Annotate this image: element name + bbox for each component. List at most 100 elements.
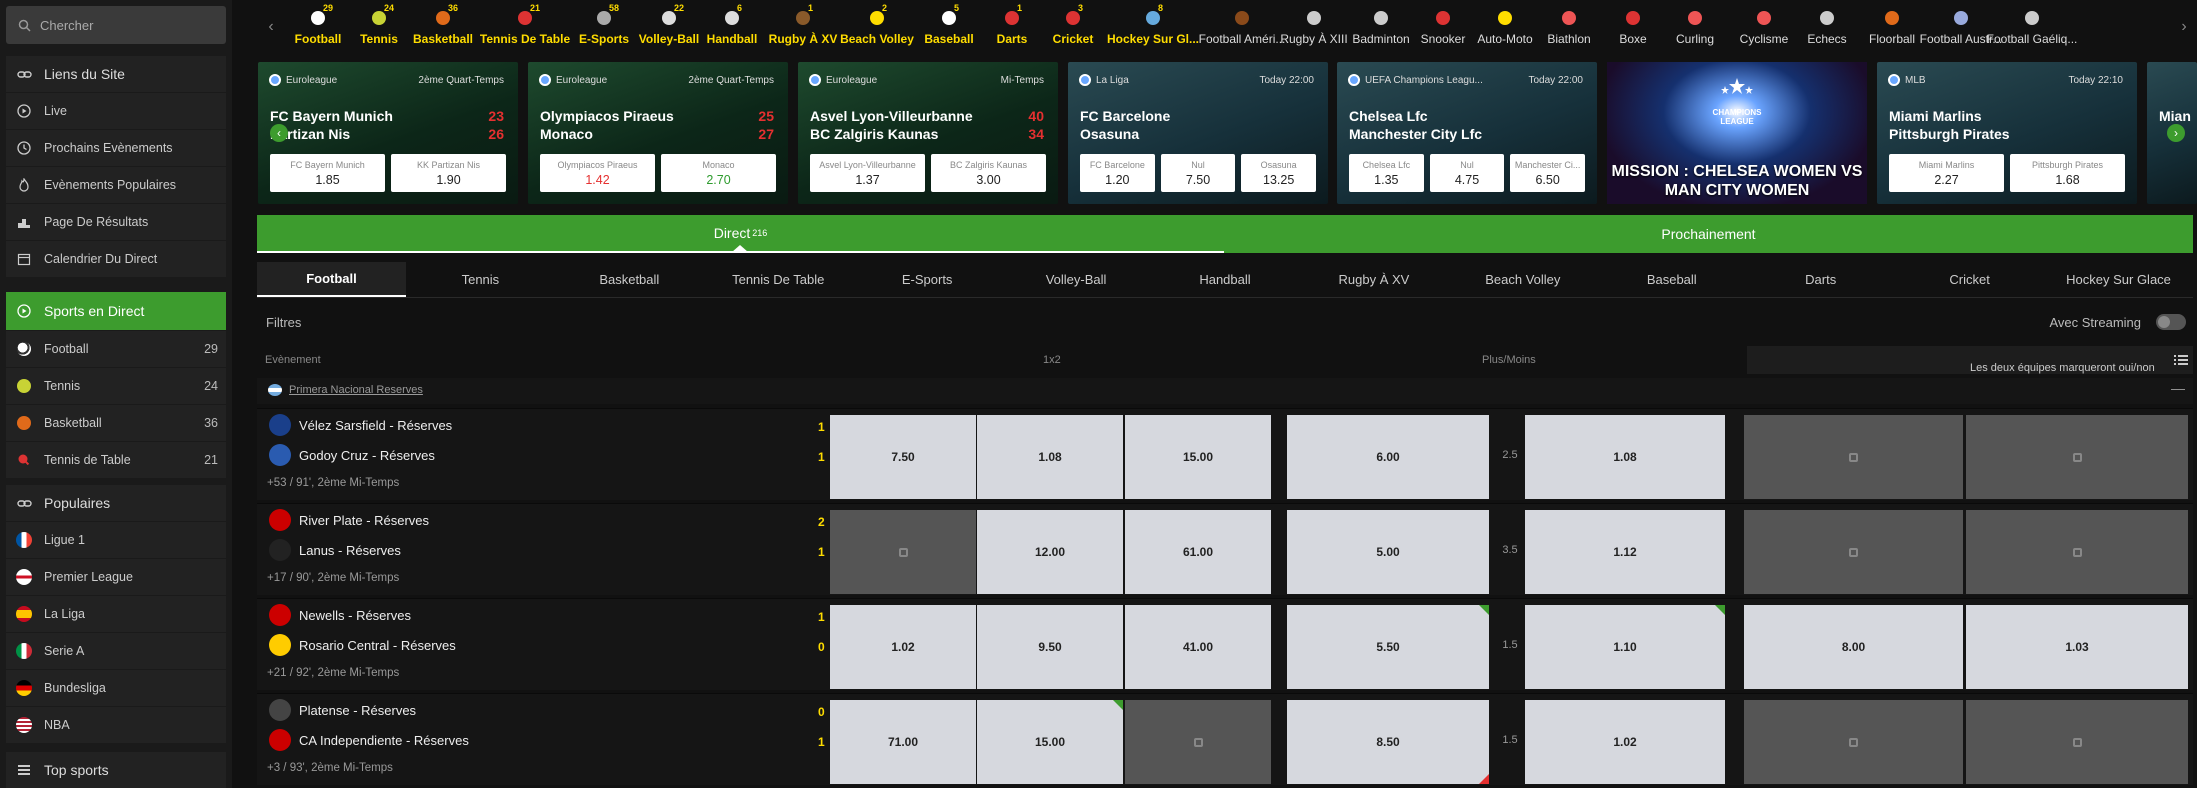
sidebar-league-premier-league[interactable]: Premier League — [6, 558, 226, 595]
carousel-card[interactable]: Euroleague Mi-Temps Asvel Lyon-Villeurbann… — [798, 62, 1058, 204]
odd-cell[interactable]: 5.50 — [1287, 605, 1489, 689]
match-team1[interactable]: Platense - Réserves — [269, 699, 416, 721]
sidebar-league-serie-a[interactable]: Serie A — [6, 632, 226, 669]
sport-tab[interactable]: Darts — [1746, 262, 1895, 297]
odd-cell[interactable]: 8.50 — [1287, 700, 1489, 784]
odd-cell[interactable]: 1.08 — [977, 415, 1123, 499]
topbar-sport[interactable]: 8 Hockey Sur Gl... — [1107, 0, 1199, 54]
odd-cell[interactable]: 1.03 — [1966, 605, 2188, 689]
sport-tab[interactable]: Cricket — [1895, 262, 2044, 297]
odd-cell[interactable]: 1.02 — [1525, 700, 1725, 784]
topbar-sport[interactable]: 36 Basketball — [403, 0, 483, 54]
odd-cell[interactable]: 1.02 — [830, 605, 976, 689]
card-odd-button[interactable]: Olympiacos Piraeus 1.42 — [540, 154, 655, 192]
match-team1[interactable]: Vélez Sarsfield - Réserves — [269, 414, 452, 436]
card-odd-button[interactable]: Nul 4.75 — [1429, 154, 1505, 192]
collapse-icon[interactable]: — — [2171, 380, 2185, 396]
match-team2[interactable]: CA Independiente - Réserves — [269, 729, 469, 751]
match-team1[interactable]: Newells - Réserves — [269, 604, 411, 626]
sport-tab[interactable]: Football — [257, 262, 406, 297]
search-input[interactable]: Chercher — [6, 6, 226, 44]
carousel-prev-button[interactable]: ‹ — [270, 124, 288, 142]
card-odd-button[interactable]: Pittsburgh Pirates 1.68 — [2010, 154, 2125, 192]
sport-tab[interactable]: Rugby À XV — [1299, 262, 1448, 297]
topbar-sport[interactable]: Football Gaéliq... — [1987, 0, 2077, 54]
sport-tab[interactable]: Beach Volley — [1448, 262, 1597, 297]
card-odd-button[interactable]: Monaco 2.70 — [661, 154, 776, 192]
sport-tab[interactable]: Tennis De Table — [704, 262, 853, 297]
card-odd-button[interactable]: Chelsea Lfc 1.35 — [1349, 154, 1424, 192]
sidebar-league-ligue1[interactable]: Ligue 1 — [6, 521, 226, 558]
site-links-header[interactable]: Liens du Site — [6, 56, 226, 92]
match-row[interactable]: Newells - Réserves Rosario Central - Rése… — [257, 598, 2193, 690]
sport-tab[interactable]: Handball — [1151, 262, 1300, 297]
match-team1[interactable]: River Plate - Réserves — [269, 509, 429, 531]
odd-cell[interactable]: 8.00 — [1744, 605, 1963, 689]
col-btts[interactable]: Les deux équipes marqueront oui/non — [1747, 346, 2193, 374]
odd-cell[interactable]: 15.00 — [977, 700, 1123, 784]
topbar-sport[interactable]: 3 Cricket — [1033, 0, 1113, 54]
sidebar-sport-table-tennis[interactable]: Tennis de Table 21 — [6, 441, 226, 478]
tab-upcoming[interactable]: Prochainement — [1224, 215, 2193, 253]
topbar-next-arrow[interactable]: › — [2173, 0, 2195, 54]
card-odd-button[interactable]: Miami Marlins 2.27 — [1889, 154, 2004, 192]
card-odd-button[interactable]: BC Zalgiris Kaunas 3.00 — [931, 154, 1046, 192]
sport-tab[interactable]: Tennis — [406, 262, 555, 297]
card-odd-button[interactable]: FC Barcelone 1.20 — [1080, 154, 1155, 192]
card-odd-button[interactable]: FC Bayern Munich 1.85 — [270, 154, 385, 192]
match-team2[interactable]: Godoy Cruz - Réserves — [269, 444, 435, 466]
sidebar-league-la-liga[interactable]: La Liga — [6, 595, 226, 632]
sidebar-item-upcoming[interactable]: Prochains Evènements — [6, 129, 226, 166]
odd-cell[interactable]: 61.00 — [1125, 510, 1271, 594]
odd-cell[interactable]: 15.00 — [1125, 415, 1271, 499]
live-sports-header[interactable]: Sports en Direct — [6, 292, 226, 330]
sidebar-item-popular-events[interactable]: Evènements Populaires — [6, 166, 226, 203]
popular-header[interactable]: Populaires — [6, 485, 226, 521]
sport-tab[interactable]: Hockey Sur Glace — [2044, 262, 2193, 297]
promo-banner[interactable]: CHAMPIONS LEAGUE MISSION : CHELSEA WOMEN… — [1607, 62, 1867, 204]
odd-cell[interactable]: 9.50 — [977, 605, 1123, 689]
match-row[interactable]: Platense - Réserves CA Independiente - Ré… — [257, 693, 2193, 785]
sport-tab[interactable]: Baseball — [1597, 262, 1746, 297]
topbar-sport[interactable]: Football Améri... — [1199, 0, 1285, 54]
sport-tab[interactable]: Basketball — [555, 262, 704, 297]
card-odd-button[interactable]: KK Partizan Nis 1.90 — [391, 154, 506, 192]
odd-cell[interactable]: 41.00 — [1125, 605, 1271, 689]
sport-tab[interactable]: Volley-Ball — [1002, 262, 1151, 297]
match-team2[interactable]: Lanus - Réserves — [269, 539, 401, 561]
carousel-card[interactable]: UEFA Champions Leagu... Today 22:00 Chelse… — [1337, 62, 1597, 204]
odd-cell[interactable]: 1.12 — [1525, 510, 1725, 594]
odd-cell[interactable]: 71.00 — [830, 700, 976, 784]
sidebar-item-results[interactable]: Page De Résultats — [6, 203, 226, 240]
sidebar-item-live[interactable]: Live — [6, 92, 226, 129]
sidebar-league-bundesliga[interactable]: Bundesliga — [6, 669, 226, 706]
competition-link[interactable]: Primera Nacional Reserves — [289, 384, 423, 396]
topbar-sport[interactable]: 1 Rugby À XV — [763, 0, 843, 54]
topbar-sport[interactable]: 6 Handball — [692, 0, 772, 54]
topbar-sport[interactable]: 21 Tennis De Table — [480, 0, 570, 54]
match-row[interactable]: River Plate - Réserves Lanus - Réserves 2 1… — [257, 503, 2193, 595]
list-view-icon[interactable] — [2169, 351, 2193, 369]
carousel-card[interactable]: Euroleague 2ème Quart-Temps Olympiacos Pir… — [528, 62, 788, 204]
card-odd-button[interactable]: Asvel Lyon-Villeurbanne 1.37 — [810, 154, 925, 192]
odd-cell[interactable]: 1.10 — [1525, 605, 1725, 689]
tab-live[interactable]: Direct 216 — [257, 215, 1224, 253]
odd-cell[interactable]: 6.00 — [1287, 415, 1489, 499]
sidebar-sport-tennis[interactable]: Tennis 24 — [6, 367, 226, 404]
carousel-next-button[interactable]: › — [2167, 124, 2185, 142]
odd-cell[interactable]: 1.08 — [1525, 415, 1725, 499]
card-odd-button[interactable]: Manchester Ci... 6.50 — [1510, 154, 1585, 192]
sport-tab[interactable]: E-Sports — [853, 262, 1002, 297]
sidebar-item-calendar[interactable]: Calendrier Du Direct — [6, 240, 226, 277]
top-sports-header[interactable]: Top sports — [6, 752, 226, 788]
card-odd-button[interactable]: Osasuna 13.25 — [1241, 154, 1316, 192]
streaming-toggle[interactable] — [2156, 314, 2186, 330]
filters-button[interactable]: Filtres — [266, 315, 301, 330]
match-team2[interactable]: Rosario Central - Réserves — [269, 634, 456, 656]
carousel-card[interactable]: MLB Today 22:10 Miami Marlins Pittsburgh Pi… — [1877, 62, 2137, 204]
card-odd-button[interactable]: Nul 7.50 — [1160, 154, 1236, 192]
carousel-card[interactable]: La Liga Today 22:00 FC Barcelone Osasuna FC … — [1068, 62, 1328, 204]
odd-cell[interactable]: 12.00 — [977, 510, 1123, 594]
sidebar-sport-football[interactable]: Football 29 — [6, 330, 226, 367]
carousel-card[interactable]: Euroleague 2ème Quart-Temps FC Bayern Muni… — [258, 62, 518, 204]
